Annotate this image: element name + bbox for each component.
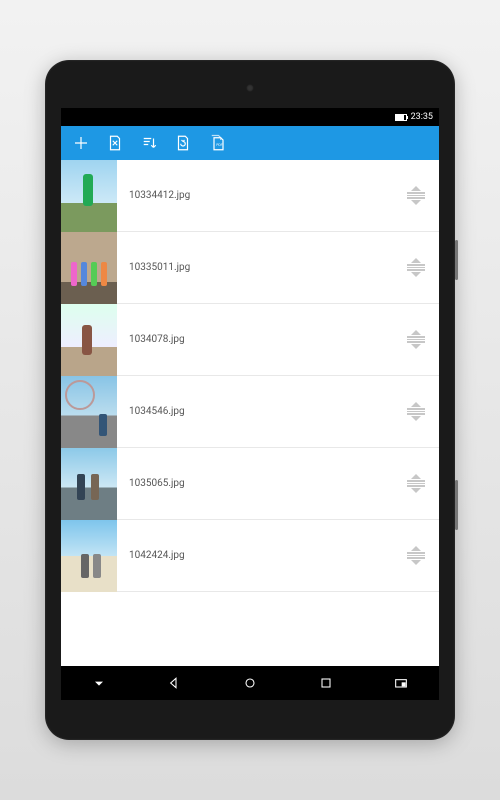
android-nav-bar [61, 666, 439, 700]
drag-handle-icon[interactable] [403, 543, 429, 569]
add-button[interactable] [65, 127, 97, 159]
list-item[interactable]: 1042424.jpg [61, 520, 439, 592]
sort-button[interactable] [133, 127, 165, 159]
file-name: 1035065.jpg [117, 478, 403, 489]
app-toolbar: PDF [61, 126, 439, 160]
drag-handle-icon[interactable] [403, 399, 429, 425]
nav-back-button[interactable] [156, 666, 192, 700]
square-icon [318, 675, 334, 691]
nav-recent-button[interactable] [308, 666, 344, 700]
circle-icon [242, 675, 258, 691]
chevron-down-icon [91, 675, 107, 691]
file-name: 10335011.jpg [117, 262, 403, 273]
drag-handle-icon[interactable] [403, 255, 429, 281]
back-icon [166, 675, 182, 691]
tablet-camera [246, 84, 254, 92]
pdf-pages-icon: PDF [208, 134, 226, 152]
list-item[interactable]: 1034078.jpg [61, 304, 439, 376]
drag-handle-icon[interactable] [403, 183, 429, 209]
screen: 23:35 PDF 10334412.jpg [61, 108, 439, 700]
status-time: 23:35 [411, 112, 433, 122]
drag-handle-icon[interactable] [403, 471, 429, 497]
thumbnail[interactable] [61, 304, 117, 376]
svg-text:PDF: PDF [216, 143, 222, 147]
drag-handle-icon[interactable] [403, 327, 429, 353]
tablet-side-button-top [455, 240, 458, 280]
thumbnail[interactable] [61, 448, 117, 520]
file-list[interactable]: 10334412.jpg 10335011.jpg 1034078.jpg 10… [61, 160, 439, 666]
nav-home-button[interactable] [232, 666, 268, 700]
thumbnail[interactable] [61, 376, 117, 448]
android-status-bar: 23:35 [61, 108, 439, 126]
sort-icon [140, 134, 158, 152]
thumbnail[interactable] [61, 520, 117, 592]
file-name: 10334412.jpg [117, 190, 403, 201]
export-pdf-button[interactable]: PDF [201, 127, 233, 159]
page-rotate-icon [174, 134, 192, 152]
screenshot-icon [393, 675, 409, 691]
tablet-side-button-bottom [455, 480, 458, 530]
page-x-icon [106, 134, 124, 152]
rotate-page-button[interactable] [167, 127, 199, 159]
list-item[interactable]: 1035065.jpg [61, 448, 439, 520]
file-name: 1034078.jpg [117, 334, 403, 345]
nav-dropdown-button[interactable] [81, 666, 117, 700]
clear-list-button[interactable] [99, 127, 131, 159]
tablet-frame: 23:35 PDF 10334412.jpg [45, 60, 455, 740]
list-item[interactable]: 1034546.jpg [61, 376, 439, 448]
plus-icon [72, 134, 90, 152]
file-name: 1042424.jpg [117, 550, 403, 561]
list-item[interactable]: 10334412.jpg [61, 160, 439, 232]
thumbnail[interactable] [61, 232, 117, 304]
battery-icon [395, 114, 407, 121]
list-item[interactable]: 10335011.jpg [61, 232, 439, 304]
nav-screenshot-button[interactable] [383, 666, 419, 700]
thumbnail[interactable] [61, 160, 117, 232]
file-name: 1034546.jpg [117, 406, 403, 417]
